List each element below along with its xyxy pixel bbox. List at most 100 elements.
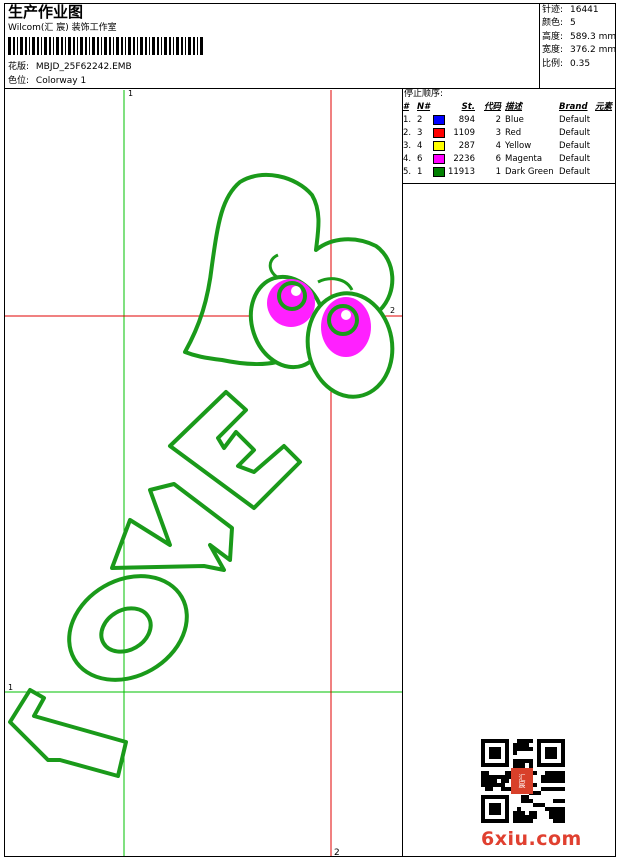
qr-module	[505, 787, 509, 791]
qr-module	[521, 799, 525, 803]
qr-module	[553, 775, 557, 779]
qr-module	[513, 819, 517, 823]
qr-module	[561, 771, 565, 775]
qr-module	[489, 779, 493, 783]
qr-module	[505, 775, 509, 779]
qr-finder	[489, 747, 501, 759]
qr-module	[553, 787, 557, 791]
qr-module	[521, 759, 525, 763]
qr-module	[525, 759, 529, 763]
qr-module	[549, 811, 553, 815]
website-link[interactable]: 6xiu.com	[481, 828, 582, 850]
qr-module	[557, 815, 561, 819]
qr-module	[517, 747, 521, 751]
qr-module	[481, 779, 485, 783]
qr-module	[517, 739, 521, 743]
qr-module	[497, 783, 501, 787]
qr-module	[485, 775, 489, 779]
qr-module	[505, 779, 509, 783]
qr-module	[525, 815, 529, 819]
qr-module	[485, 783, 489, 787]
qr-module	[517, 743, 521, 747]
qr-module	[493, 775, 497, 779]
qr-module	[553, 815, 557, 819]
qr-module	[485, 787, 489, 791]
qr-module	[549, 771, 553, 775]
love-letters	[8, 390, 302, 778]
qr-module	[545, 775, 549, 779]
qr-module	[541, 787, 545, 791]
qr-module	[501, 783, 505, 787]
eye-left-highlight	[291, 286, 301, 296]
qr-module	[545, 807, 549, 811]
qr-module	[549, 787, 553, 791]
qr-module	[561, 819, 565, 823]
letter-l	[8, 688, 128, 778]
eye-right-highlight	[341, 310, 351, 320]
qr-module	[525, 795, 529, 799]
qr-module	[481, 771, 485, 775]
qr-module	[529, 739, 533, 743]
qr-module	[553, 771, 557, 775]
qr-module	[493, 783, 497, 787]
qr-module	[561, 775, 565, 779]
qr-module	[517, 763, 521, 767]
qr-module	[561, 811, 565, 815]
qr-module	[529, 763, 533, 767]
letter-v	[110, 482, 234, 572]
qr-module	[557, 771, 561, 775]
qr-module	[557, 799, 561, 803]
qr-module	[517, 819, 521, 823]
qr-module	[553, 799, 557, 803]
guide-label-top: 1	[128, 89, 133, 98]
qr-module	[561, 807, 565, 811]
qr-module	[561, 779, 565, 783]
design-canvas: 1 1 2 2	[5, 89, 402, 858]
qr-module	[529, 819, 533, 823]
eye-left-iris	[267, 279, 315, 327]
qr-finder	[489, 803, 501, 815]
qr-module	[549, 779, 553, 783]
qr-module	[557, 775, 561, 779]
qr-module	[549, 807, 553, 811]
qr-module	[541, 775, 545, 779]
qr-module	[513, 759, 517, 763]
qr-module	[521, 743, 525, 747]
qr-module	[553, 779, 557, 783]
letter-o-inner	[99, 606, 153, 654]
qr-module	[501, 787, 505, 791]
qr-module	[541, 779, 545, 783]
qr-module	[513, 751, 517, 755]
guide-label-left: 1	[8, 683, 13, 692]
qr-module	[489, 787, 493, 791]
qr-module	[533, 783, 537, 787]
qr-module	[525, 819, 529, 823]
qr-module	[517, 759, 521, 763]
letter-e	[168, 390, 302, 510]
qr-module	[557, 819, 561, 823]
qr-module	[553, 807, 557, 811]
qr-module	[481, 783, 485, 787]
qr-module	[549, 815, 553, 819]
qr-finder	[545, 747, 557, 759]
qr-module	[521, 811, 525, 815]
qr-module	[545, 787, 549, 791]
qr-module	[533, 811, 537, 815]
qr-module	[537, 803, 541, 807]
qr-module	[537, 791, 541, 795]
qr-module	[497, 775, 501, 779]
qr-module	[513, 747, 517, 751]
qr-module	[553, 819, 557, 823]
qr-module	[517, 815, 521, 819]
qr-module	[529, 811, 533, 815]
seal-stamp: 汇宸	[511, 768, 533, 794]
qr-module	[521, 815, 525, 819]
qr-module	[481, 775, 485, 779]
qr-module	[501, 779, 505, 783]
qr-module	[521, 763, 525, 767]
eyelash-right	[317, 277, 354, 291]
qr-module	[525, 747, 529, 751]
qr-module	[513, 743, 517, 747]
qr-module	[513, 763, 517, 767]
qr-module	[545, 771, 549, 775]
